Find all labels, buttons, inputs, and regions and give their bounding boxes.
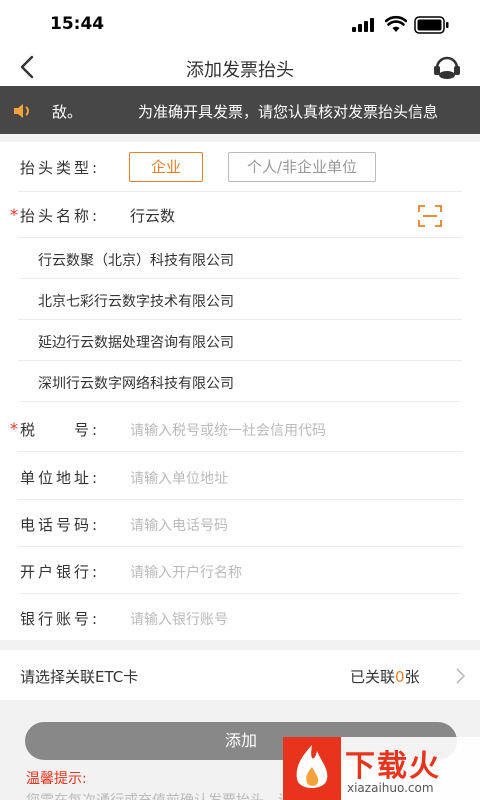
etc-count-value: 0 [395,668,405,686]
scan-icon[interactable] [418,205,442,227]
suggestion-item[interactable]: 深圳行云数字网络科技有限公司 [18,361,462,402]
label-bank: 开户银行: [20,563,101,581]
suggestion-item[interactable]: 行云数聚（北京）科技有限公司 [18,238,462,279]
bank-input[interactable]: 请输入开户行名称 [130,562,242,582]
watermark-domain: xiazaihuo.com [347,781,434,795]
chevron-right-icon [456,668,466,684]
signal-icon [352,18,374,32]
suggestion-text: 深圳行云数字网络科技有限公司 [38,376,234,392]
etc-card-label: 请选择关联ETC卡 [20,668,139,686]
notice-bar: 敌。 为准确开具发票，请您认真核对发票抬头信息 [0,86,480,134]
type-company-button[interactable]: 企业 [129,152,203,182]
notice-text-prefix: 敌。 [52,103,83,121]
status-time: 15:44 [50,14,105,34]
type-personal-button[interactable]: 个人/非企业单位 [228,152,376,182]
watermark-logo-icon [283,737,341,800]
suggestion-text: 北京七彩行云数字技术有限公司 [38,294,234,310]
required-mark: * [10,205,18,224]
row-tax-number: * 税 号: 请输入税号或统一社会信用代码 [10,405,462,452]
row-title-name: * 抬头名称: 行云数 [10,192,462,238]
address-input[interactable]: 请输入单位地址 [130,468,228,488]
row-title-type: 抬头类型: 企业 个人/非企业单位 [18,142,462,192]
customer-service-icon[interactable] [432,54,462,80]
row-phone: 电话号码: 请输入电话号码 [18,500,462,547]
label-tax-number: 税 号: [20,421,101,439]
nav-bar: 添加发票抬头 [0,48,480,86]
phone-input[interactable]: 请输入电话号码 [130,515,228,535]
account-input[interactable]: 请输入银行账号 [130,609,228,629]
label-phone: 电话号码: [20,516,101,534]
status-bar: 15:44 [0,0,480,48]
suggestion-text: 延边行云数据处理咨询有限公司 [38,335,234,351]
label-title-type: 抬头类型: [20,159,101,177]
wifi-icon [385,15,407,32]
suggestion-item[interactable]: 延边行云数据处理咨询有限公司 [18,320,462,361]
speaker-icon [12,101,36,121]
notice-fade [460,86,480,134]
label-account: 银行账号: [20,610,101,628]
etc-count-unit: 张 [404,668,420,686]
etc-card-selector[interactable]: 请选择关联ETC卡 已关联0张 [0,650,480,700]
required-mark: * [10,419,18,438]
etc-linked-prefix: 已关联 [350,668,396,686]
watermark: 下载火 xiazaihuo.com [283,737,480,800]
label-address: 单位地址: [20,469,101,487]
row-address: 单位地址: 请输入单位地址 [18,452,462,500]
page-title: 添加发票抬头 [186,60,294,81]
title-name-input[interactable]: 行云数 [130,205,175,226]
suggestion-item[interactable]: 北京七彩行云数字技术有限公司 [18,279,462,320]
row-bank: 开户银行: 请输入开户行名称 [18,547,462,594]
tax-number-input[interactable]: 请输入税号或统一社会信用代码 [130,420,326,440]
row-account: 银行账号: 请输入银行账号 [18,594,462,640]
battery-icon [414,16,449,34]
etc-linked-count: 已关联0张 [350,666,420,687]
watermark-name: 下载火 [345,749,441,784]
notice-text-main: 为准确开具发票，请您认真核对发票抬头信息 [138,103,439,121]
notice-text: 敌。 为准确开具发票，请您认真核对发票抬头信息 [52,101,438,122]
suggestion-text: 行云数聚（北京）科技有限公司 [38,253,234,269]
label-title-name: 抬头名称: [20,207,101,225]
invoice-form: 抬头类型: 企业 个人/非企业单位 * 抬头名称: 行云数 行云数聚（北京）科技… [0,142,480,640]
tips-title: 温馨提示: [26,771,87,787]
